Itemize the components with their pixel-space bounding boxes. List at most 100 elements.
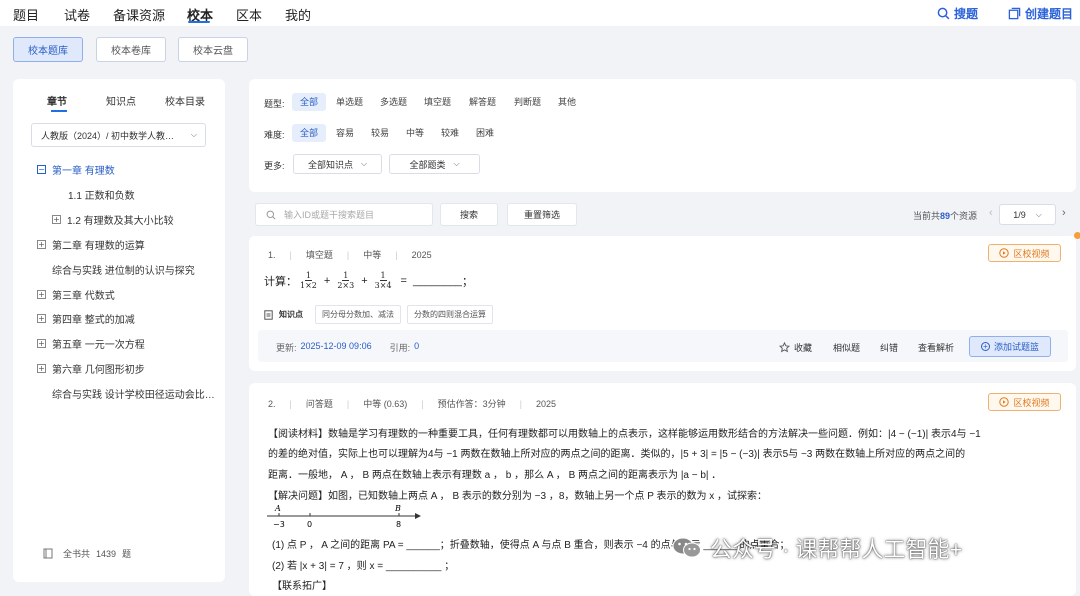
expand-icon[interactable]: + [37,240,46,249]
nav-tab-district[interactable]: 区本 [236,5,262,24]
search-input[interactable]: 输入ID或题干搜索题目 [255,203,433,226]
top-nav: 题目 试卷 备课资源 校本 区本 我的 搜题 创建题目 [0,0,1080,26]
q1-kp-label: 知识点 [279,310,303,319]
q1-updated-value: 2025-12-09 09:06 [300,341,372,351]
q2-time: 预估作答：3分钟 [437,399,506,409]
sidebar-footer: 全书共 1439 题 [43,547,131,560]
q1-favorite-button[interactable]: 收藏 [779,341,812,354]
q1-semicolon: ； [461,275,473,288]
category-dropdown[interactable]: 全部题类 ⌵ [389,154,480,174]
tree-item-practice-1[interactable]: 综合与实践 进位制的认识与探究 [52,262,195,277]
nav-tab-papers[interactable]: 试卷 [64,5,90,24]
q1-meta: 1. | 填空题 | 中等 | 2025 [268,249,432,261]
q1-tag-2[interactable]: 分数的四则混合运算 [407,305,493,324]
next-page-icon[interactable]: › [1062,207,1066,219]
sidebar-tab-knowledge[interactable]: 知识点 [106,93,136,108]
number-line-arrow [415,513,421,519]
q1-tag-1[interactable]: 同分母分数加、减法 [315,305,401,324]
page-select-value: 1/9 [1013,209,1026,220]
q1-plus-1: + [323,274,331,287]
tree-item-ch5[interactable]: + 第五章 一元一次方程 [37,336,145,351]
difficulty-chip-fairly-hard[interactable]: 较难 [433,124,467,142]
q1-type: 填空题 [305,250,333,260]
tree-item-label: 第三章 代数式 [52,291,115,302]
type-chip-single[interactable]: 单选题 [328,93,371,111]
tree-item-label: 1.2 有理数及其大小比较 [67,216,174,227]
difficulty-chip-fairly-easy[interactable]: 较易 [363,124,397,142]
search-button[interactable]: 搜索 [440,203,498,226]
tree-item-1-1[interactable]: 1.1 正数和负数 [68,187,135,202]
nav-tab-resources[interactable]: 备课资源 [113,5,165,24]
tree-item-label: 综合与实践 设计学校田径运动会比… [52,390,215,401]
q2-line-2: 的差的绝对值，实际上也可以理解为4与 −1 两数在数轴上所对应的两点之间的距离．… [268,449,966,460]
q1-report-button[interactable]: 纠错 [880,341,898,354]
q2-line-6: (2) 若 |x + 3| = 7 ，则 x = __________ ； [272,561,455,572]
sidebar-tab-chapter[interactable]: 章节 [47,93,67,108]
type-chip-other[interactable]: 其他 [550,93,584,111]
knowledge-dropdown[interactable]: 全部知识点 ⌵ [293,154,382,174]
q1-cite-value: 0 [414,341,420,351]
type-chip-all[interactable]: 全部 [292,93,327,111]
tick-label-neg3: −3 [273,520,285,529]
q2-video-button[interactable]: 区校视频 [988,393,1061,411]
nav-tab-mine[interactable]: 我的 [285,5,311,24]
q1-stem-prefix: 计算： [264,275,297,288]
type-chip-answer[interactable]: 解答题 [461,93,504,111]
expand-icon[interactable]: + [37,290,46,299]
difficulty-chip-all[interactable]: 全部 [292,124,327,142]
result-count: 当前共 89 个资源 [913,209,977,222]
star-icon [779,342,790,353]
book-select[interactable]: 人教版（2024）/ 初中数学人教… ⌵ [31,123,206,147]
tree-item-label: 第四章 整式的加减 [52,315,135,326]
tree-item-practice-2[interactable]: 综合与实践 设计学校田径运动会比… [52,386,215,401]
chevron-down-icon: ⌵ [453,159,460,168]
difficulty-chip-medium[interactable]: 中等 [398,124,432,142]
create-question-button[interactable]: 创建题目 [1008,5,1073,22]
watermark-text: 公众号 · 课帮帮人工智能+ [710,537,963,562]
page-select[interactable]: 1/9 ⌵ [999,204,1056,225]
q1-equals: = [400,274,407,287]
difficulty-chip-easy[interactable]: 容易 [328,124,362,142]
nav-tab-questions[interactable]: 题目 [13,5,39,24]
tree-item-1-2[interactable]: +1.2 有理数及其大小比较 [52,212,174,227]
q1-fraction-3: 1 3×4 [374,271,392,290]
collapse-icon[interactable]: − [37,165,46,174]
expand-icon[interactable]: + [52,215,61,224]
subtab-school-papers[interactable]: 校本卷库 [96,37,166,62]
subtab-school-cloud[interactable]: 校本云盘 [178,37,248,62]
expand-icon[interactable]: + [37,339,46,348]
q1-stem: 计算： 1 1×2 + 1 2×3 + 1 3×4 = ________ ； [264,271,473,290]
more-filter-label: 更多: [264,161,285,171]
prev-page-icon[interactable]: ‹ [989,207,993,219]
tree-item-ch4[interactable]: + 第四章 整式的加减 [37,311,135,326]
q1-analysis-button[interactable]: 查看解析 [918,341,954,354]
knowledge-dropdown-value: 全部知识点 [307,159,353,170]
q1-year: 2025 [411,249,432,260]
tree-item-ch1[interactable]: − 第一章 有理数 [37,162,115,177]
wechat-icon [672,537,701,558]
type-chip-fill[interactable]: 填空题 [416,93,459,111]
tree-item-ch3[interactable]: + 第三章 代数式 [37,287,115,302]
type-filter-label: 题型: [264,99,285,109]
q2-type: 问答题 [305,399,333,409]
subtab-school-questions[interactable]: 校本题库 [13,37,83,62]
type-chip-multi[interactable]: 多选题 [372,93,415,111]
type-chip-judge[interactable]: 判断题 [506,93,549,111]
tree-item-ch2[interactable]: + 第二章 有理数的运算 [37,237,145,252]
search-question-label: 搜题 [954,7,979,21]
difficulty-chip-hard[interactable]: 困难 [468,124,502,142]
q1-similar-button[interactable]: 相似题 [833,341,860,354]
expand-icon[interactable]: + [37,364,46,373]
search-question-button[interactable]: 搜题 [937,5,978,22]
expand-icon[interactable]: + [37,314,46,323]
create-question-label: 创建题目 [1025,7,1074,21]
reset-button[interactable]: 重置筛选 [507,203,577,226]
create-icon [1008,7,1021,20]
q1-video-button[interactable]: 区校视频 [988,244,1061,262]
q1-add-basket-button[interactable]: + 添加试题篮 [969,336,1051,357]
tree-item-ch6[interactable]: + 第六章 几何图形初步 [37,361,145,376]
sidebar-tab-catalog[interactable]: 校本目录 [165,93,205,108]
active-tab-indicator [188,21,210,23]
tick-label-eight: 8 [396,520,401,529]
play-icon [999,397,1010,407]
